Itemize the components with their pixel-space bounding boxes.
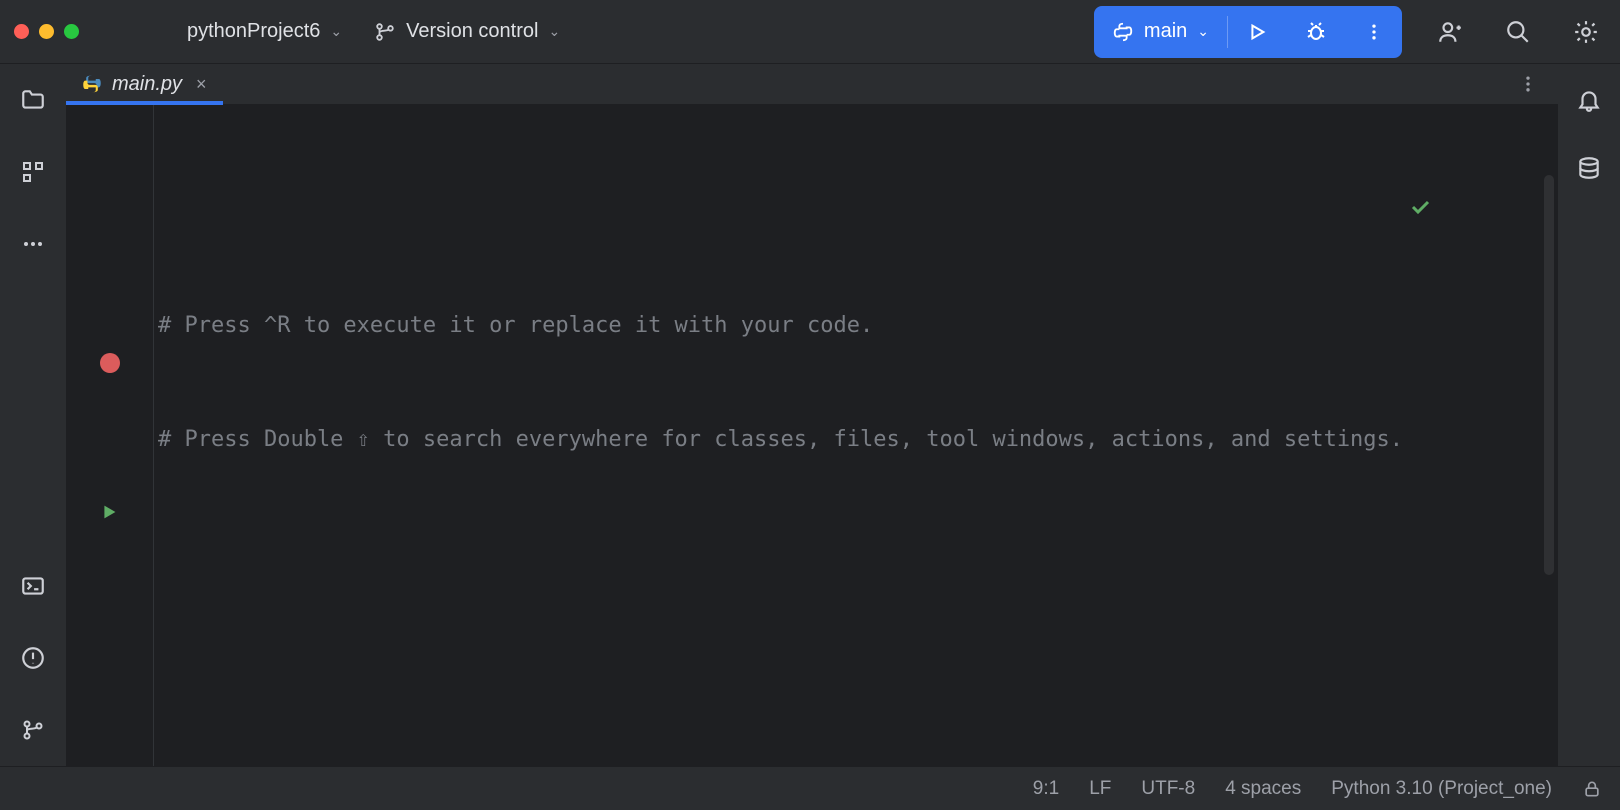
add-user-icon [1437, 19, 1463, 45]
debug-button[interactable] [1286, 6, 1346, 58]
terminal-icon [20, 573, 46, 599]
project-tool-button[interactable] [13, 80, 53, 120]
python-interpreter[interactable]: Python 3.10 (Project_one) [1331, 778, 1552, 800]
python-file-icon [82, 74, 102, 94]
problems-tool-button[interactable] [13, 638, 53, 678]
left-toolbar [0, 64, 66, 766]
bell-icon [1576, 87, 1602, 113]
breakpoint-marker[interactable] [100, 353, 120, 373]
code-with-me-button[interactable] [1430, 12, 1470, 52]
right-toolbar [1558, 64, 1620, 766]
inspection-ok-icon[interactable] [1408, 119, 1540, 295]
chevron-down-icon: ⌄ [1197, 23, 1209, 40]
folder-icon [20, 87, 46, 113]
chevron-down-icon: ⌄ [548, 23, 560, 40]
code-content[interactable]: # Press ^R to execute it or replace it w… [154, 105, 1558, 766]
search-icon [1505, 19, 1531, 45]
more-vertical-icon [1364, 22, 1384, 42]
chevron-down-icon: ⌄ [330, 23, 342, 40]
cursor-position[interactable]: 9:1 [1033, 778, 1059, 800]
settings-button[interactable] [1566, 12, 1606, 52]
branch-icon [21, 718, 45, 742]
bug-icon [1304, 20, 1328, 44]
database-icon [1576, 155, 1602, 181]
python-icon [1112, 21, 1134, 43]
run-line-marker[interactable] [98, 501, 120, 523]
project-selector[interactable]: pythonProject6 ⌄ [187, 20, 342, 43]
structure-tool-button[interactable] [13, 152, 53, 192]
more-run-options-button[interactable] [1346, 6, 1402, 58]
code-comment: # Press Double ⇧ to search everywhere fo… [158, 421, 1403, 459]
gear-icon [1573, 19, 1599, 45]
status-bar: 9:1 LF UTF-8 4 spaces Python 3.10 (Proje… [0, 766, 1620, 810]
alert-icon [20, 645, 46, 671]
structure-icon [21, 160, 45, 184]
window-controls [14, 24, 79, 39]
file-encoding[interactable]: UTF-8 [1141, 778, 1195, 800]
zoom-window-button[interactable] [64, 24, 79, 39]
close-tab-button[interactable]: × [196, 74, 207, 95]
play-icon [98, 501, 120, 523]
editor-gutter[interactable] [66, 105, 154, 766]
title-bar: pythonProject6 ⌄ Version control ⌄ main … [0, 0, 1620, 64]
readonly-toggle[interactable] [1582, 779, 1602, 799]
branch-icon [374, 21, 396, 43]
database-tool-button[interactable] [1569, 148, 1609, 188]
more-vertical-icon [1518, 74, 1538, 94]
editor-column: main.py × [66, 64, 1558, 766]
tab-filename: main.py [112, 73, 182, 96]
code-comment: # Press ^R to execute it or replace it w… [158, 307, 873, 345]
code-line: def print_hi(name): [158, 763, 1558, 766]
terminal-tool-button[interactable] [13, 566, 53, 606]
indent-setting[interactable]: 4 spaces [1225, 778, 1301, 800]
minimize-window-button[interactable] [39, 24, 54, 39]
play-icon [1246, 21, 1268, 43]
search-everywhere-button[interactable] [1498, 12, 1538, 52]
main-area: main.py × [0, 64, 1620, 766]
vcs-tool-button[interactable] [13, 710, 53, 750]
project-name-label: pythonProject6 [187, 20, 320, 43]
vertical-scrollbar[interactable] [1544, 175, 1554, 575]
run-button[interactable] [1228, 6, 1286, 58]
check-icon [1408, 195, 1432, 219]
run-toolbar: main ⌄ [1094, 6, 1402, 58]
code-editor[interactable]: # Press ^R to execute it or replace it w… [66, 105, 1558, 766]
more-horizontal-icon [21, 232, 45, 256]
editor-tabs: main.py × [66, 64, 1558, 105]
more-tools-button[interactable] [13, 224, 53, 264]
editor-tab[interactable]: main.py × [66, 64, 223, 104]
close-window-button[interactable] [14, 24, 29, 39]
tab-options-button[interactable] [1508, 64, 1548, 104]
run-config-name: main [1144, 20, 1187, 43]
lock-icon [1582, 779, 1602, 799]
vcs-selector[interactable]: Version control ⌄ [374, 20, 560, 43]
run-config-selector[interactable]: main ⌄ [1094, 6, 1227, 58]
notifications-button[interactable] [1569, 80, 1609, 120]
vcs-label: Version control [406, 20, 538, 43]
line-separator[interactable]: LF [1089, 778, 1111, 800]
